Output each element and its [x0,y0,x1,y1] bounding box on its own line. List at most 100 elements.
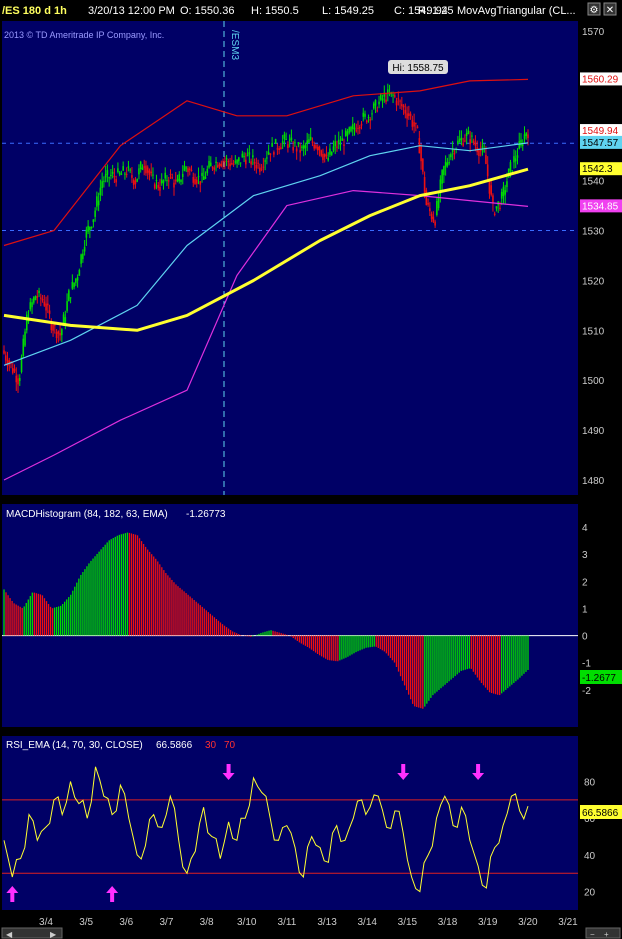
rsi-level-30: 30 [205,740,217,751]
header-study[interactable]: MovAvgTriangular (CL... [457,5,576,17]
price-bar-body [266,157,268,159]
price-bar-body [371,113,373,115]
price-bar-body [69,297,72,299]
price-bar-body [169,174,172,176]
price-bar-body [514,158,517,162]
price-bar-body [513,156,515,163]
price-bar-body [3,350,5,354]
price-bar-body [155,180,158,182]
price-bar-body [234,161,237,163]
price-bar-body [134,180,137,185]
price-bar-body [460,137,463,140]
price-bar-body [87,225,89,232]
price-bar-body [83,246,86,252]
price-bar-body [523,134,526,139]
price-bar-body [68,290,70,302]
price-bar-body [125,173,128,175]
price-bar-body [346,131,349,136]
price-bar-body [111,171,114,174]
close-icon[interactable]: ✕ [603,2,617,16]
price-bar-body [273,152,275,155]
price-bar-body [89,226,91,231]
price-bar-body [143,166,146,168]
price-bar-body [271,142,273,147]
price-axis [578,21,622,495]
rsi-level-70: 70 [224,740,236,751]
price-bar-body [153,184,156,189]
price-bar-body [11,368,14,374]
price-bar-body [106,170,109,175]
header-range: R: 1.25 [418,5,453,17]
price-bar-body [264,160,266,162]
price-bar-body [406,113,408,119]
price-bar-body [255,164,258,169]
price-bar-body [511,170,514,172]
price-bar-body [173,182,175,188]
price-bar-body [146,167,149,173]
price-bar-body [82,253,84,260]
price-bar-body [422,158,424,172]
price-tick-label: 1540 [582,177,605,188]
macd-tick-label: 4 [582,523,588,534]
price-bar-body [376,110,379,112]
zoom-controls[interactable]: − + [585,927,621,939]
price-bar-body [224,161,226,163]
price-bar-body [386,89,389,93]
price-bar-body [129,169,131,171]
price-bar-body [458,138,461,142]
price-bar-body [59,333,61,336]
zoom-in-icon[interactable]: + [604,930,609,939]
price-bar-body [55,332,58,339]
scroll-left-icon[interactable]: ◀ [6,930,13,939]
price-bar-body [285,138,287,140]
price-bar-body [367,116,370,118]
macd-title[interactable]: MACDHistogram (84, 182, 63, EMA) [6,509,168,520]
rsi-tag: 66.5866 [580,805,622,819]
price-bar-body [520,139,522,146]
price-bar-body [32,297,35,303]
price-bar-body [103,180,105,182]
price-bar-body [148,170,151,175]
price-bar-body [48,310,51,314]
header-symbol[interactable]: /ES 180 d 1h [2,5,67,17]
price-bar-body [232,163,235,165]
price-bar-body [195,179,198,184]
price-bar-body [85,229,88,238]
price-bar-body [176,178,179,182]
price-bar-body [229,163,231,167]
price-bar-body [427,202,429,205]
price-bar-body [313,144,315,149]
x-tick-label: 3/7 [160,917,174,928]
x-tick-label: 3/10 [237,917,257,928]
price-bar-body [374,99,377,106]
settings-icon[interactable]: ⚙ [587,2,601,16]
zoom-out-icon[interactable]: − [590,930,595,939]
price-bar-body [164,172,167,179]
rsi-title[interactable]: RSI_EMA (14, 70, 30, CLOSE) [6,740,143,751]
price-bar-body [180,179,182,182]
price-bar-body [490,185,492,195]
price-bar-body [457,140,459,144]
price-bar-body [22,338,25,356]
price-bar-body [66,301,68,311]
price-bar-body [213,167,216,170]
price-bar-body [409,113,412,116]
price-bar-body [47,303,49,306]
price-bar-body [467,130,470,134]
scroll-right-icon[interactable]: ▶ [50,930,57,939]
price-bar-body [92,219,95,223]
price-bar-body [117,168,119,173]
copyright-text: 2013 © TD Ameritrade IP Company, Inc. [4,30,164,40]
rsi-tick-label: 80 [584,778,596,789]
price-bar-body [437,197,440,209]
contract-marker: /ESM3 [229,30,240,60]
price-bar-body [394,95,396,97]
price-bar-body [73,282,75,287]
price-bar-body [325,154,328,156]
x-tick-label: 3/11 [278,917,297,928]
price-bar-body [430,213,433,219]
scroll-controls[interactable]: ◀ ▶ [1,927,63,939]
price-bar-body [241,153,244,158]
x-tick-label: 3/6 [119,917,133,928]
price-bar-body [115,179,117,183]
